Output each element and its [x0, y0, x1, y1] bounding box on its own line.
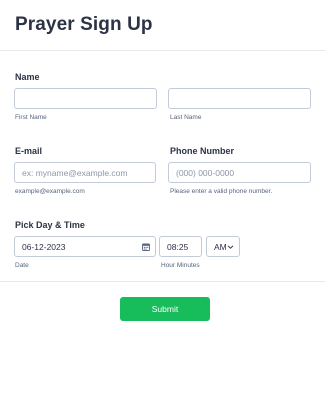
- form-title: Prayer Sign Up: [15, 14, 153, 35]
- time-input[interactable]: 08:25: [159, 236, 202, 257]
- ampm-value: AM: [214, 241, 227, 252]
- email-label: E-mail: [15, 146, 43, 156]
- divider: [0, 281, 325, 282]
- chevron-down-icon: [227, 245, 234, 249]
- last-name-sublabel: Last Name: [170, 114, 202, 121]
- datetime-label: Pick Day & Time: [15, 220, 85, 230]
- date-value: 06-12-2023: [22, 241, 66, 252]
- phone-placeholder: (000) 000-0000: [176, 167, 235, 178]
- email-sublabel: example@example.com: [15, 188, 85, 195]
- time-sublabel: Hour Minutes: [161, 262, 200, 269]
- name-label: Name: [15, 72, 40, 82]
- date-sublabel: Date: [15, 262, 29, 269]
- email-placeholder: ex: myname@example.com: [22, 167, 128, 178]
- phone-input[interactable]: (000) 000-0000: [168, 162, 311, 183]
- form-header: Prayer Sign Up: [0, 0, 325, 51]
- phone-label: Phone Number: [170, 146, 235, 156]
- last-name-input[interactable]: [168, 88, 311, 109]
- first-name-sublabel: First Name: [15, 114, 47, 121]
- first-name-input[interactable]: [14, 88, 157, 109]
- calendar-icon[interactable]: [142, 243, 150, 251]
- submit-button[interactable]: Submit: [120, 297, 210, 321]
- ampm-select[interactable]: AM: [206, 236, 240, 257]
- form-page: Prayer Sign Up Name First Name Last Name…: [0, 0, 325, 400]
- date-input[interactable]: 06-12-2023: [14, 236, 156, 257]
- email-input[interactable]: ex: myname@example.com: [14, 162, 156, 183]
- time-value: 08:25: [167, 241, 189, 252]
- phone-sublabel: Please enter a valid phone number.: [170, 188, 273, 195]
